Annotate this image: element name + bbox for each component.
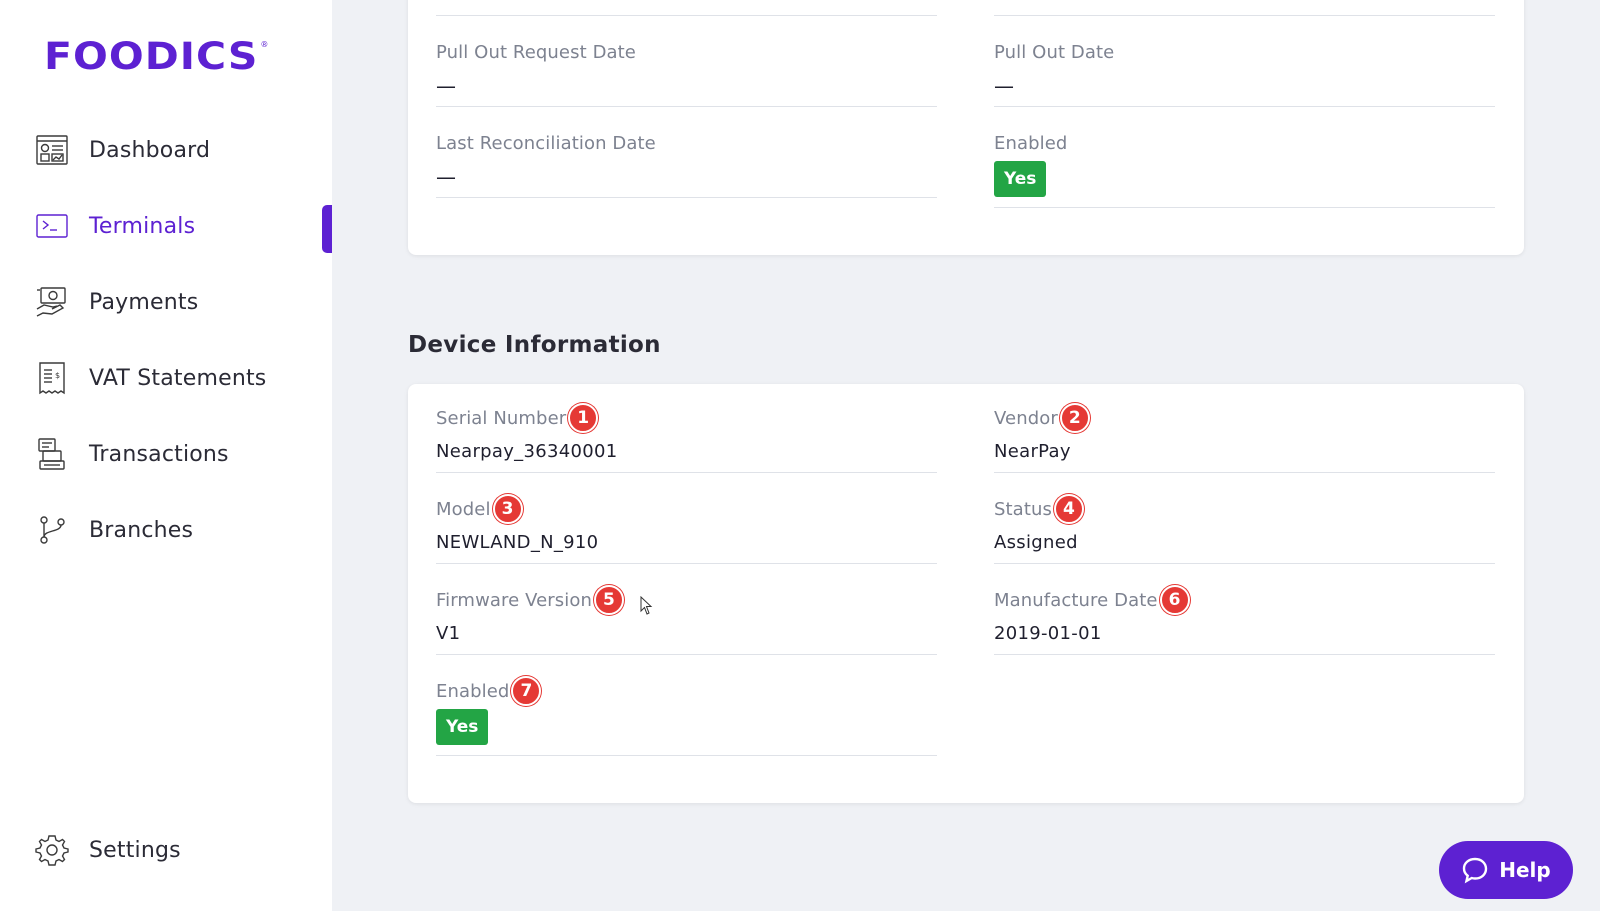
logo-registered-mark: ® <box>260 40 269 49</box>
active-indicator <box>322 205 332 253</box>
field-vendor: Vendor 2 NearPay <box>994 403 1495 473</box>
field-manufacture-date: Manufacture Date 6 2019-01-01 <box>994 585 1495 655</box>
sidebar-nav: Dashboard Terminals Payments $ VAT State… <box>0 112 332 568</box>
help-button[interactable]: Help <box>1439 841 1573 899</box>
sidebar-item-terminals[interactable]: Terminals <box>0 188 332 264</box>
field-label: Pull Out Date <box>994 41 1115 63</box>
field-label: Status 4 <box>994 494 1495 524</box>
sidebar-item-label: VAT Statements <box>89 365 267 391</box>
logo-text: FOODICS <box>44 33 259 79</box>
sidebar-item-vat-statements[interactable]: $ VAT Statements <box>0 340 332 416</box>
field-pull-out-request-date: Pull Out Request Date — <box>436 38 937 107</box>
sidebar-item-settings[interactable]: Settings <box>0 818 332 882</box>
enabled-badge: Yes <box>436 709 489 745</box>
gear-icon <box>34 832 70 868</box>
marker-badge: 4 <box>1053 494 1084 524</box>
field-label: Last Reconciliation Date <box>436 132 656 154</box>
field-label: Serial Number 1 <box>436 403 937 433</box>
dashboard-icon <box>34 132 70 168</box>
field-pull-out-date: Pull Out Date — <box>994 38 1495 107</box>
payments-icon <box>34 284 70 320</box>
field-label: Firmware Version 5 <box>436 585 937 615</box>
field-label-text: Status <box>994 498 1052 520</box>
sidebar: FOODICS ® Dashboard Terminals Payments $ <box>0 0 332 911</box>
field-device-enabled: Enabled 7 Yes <box>436 676 937 756</box>
field-value: Assigned <box>994 532 1078 553</box>
sidebar-item-label: Branches <box>89 517 194 543</box>
field-value: NearPay <box>994 441 1071 462</box>
field-label-text: Manufacture Date <box>994 589 1158 611</box>
svg-text:$: $ <box>55 371 60 380</box>
marker-badge: 1 <box>568 403 599 433</box>
field-firmware-version: Firmware Version 5 V1 <box>436 585 937 655</box>
field-value: Nearpay_36340001 <box>436 441 618 462</box>
field-model: Model 3 NEWLAND_N_910 <box>436 494 937 564</box>
mouse-cursor-icon <box>640 596 653 615</box>
transactions-icon <box>34 436 70 472</box>
sidebar-item-label: Transactions <box>89 441 229 467</box>
sidebar-item-dashboard[interactable]: Dashboard <box>0 112 332 188</box>
enabled-badge: Yes <box>994 161 1047 197</box>
field-label-text: Serial Number <box>436 407 567 429</box>
marker-badge: 3 <box>492 494 523 524</box>
sidebar-item-payments[interactable]: Payments <box>0 264 332 340</box>
vat-statement-icon: $ <box>34 360 70 396</box>
sidebar-item-label: Terminals <box>89 213 196 239</box>
field-label: Manufacture Date 6 <box>994 585 1495 615</box>
field-truncated-left: 2023-02-16 <box>436 0 937 16</box>
chat-bubble-icon <box>1463 857 1488 884</box>
marker-badge: 5 <box>594 585 625 615</box>
field-value: — <box>994 74 1015 98</box>
field-label: Model 3 <box>436 494 937 524</box>
field-status: Status 4 Assigned <box>994 494 1495 564</box>
field-truncated-right: 2023-02-16 <box>994 0 1495 16</box>
field-label-text: Model <box>436 498 491 520</box>
marker-badge: 2 <box>1059 403 1090 433</box>
field-value: V1 <box>436 623 461 644</box>
field-label-text: Vendor <box>994 407 1058 429</box>
sidebar-item-label: Payments <box>89 289 199 315</box>
settings-label: Settings <box>89 837 181 863</box>
field-label: Enabled <box>994 132 1068 154</box>
marker-badge: 7 <box>511 676 542 706</box>
field-value: — <box>436 74 457 98</box>
field-label: Pull Out Request Date <box>436 41 636 63</box>
field-value: Yes <box>436 709 937 745</box>
marker-badge: 6 <box>1159 585 1190 615</box>
section-title-device-information: Device Information <box>408 332 661 358</box>
device-information-card: Serial Number 1 Nearpay_36340001 Vendor … <box>408 384 1524 803</box>
help-label: Help <box>1499 858 1551 882</box>
terminal-details-card: 2023-02-16 2023-02-16 Pull Out Request D… <box>408 0 1524 255</box>
field-label: Enabled 7 <box>436 676 937 706</box>
field-enabled: Enabled Yes <box>994 129 1495 208</box>
field-label: Vendor 2 <box>994 403 1495 433</box>
field-value: — <box>436 165 457 189</box>
field-label-text: Firmware Version <box>436 589 593 611</box>
sidebar-item-branches[interactable]: Branches <box>0 492 332 568</box>
field-value: 2019-01-01 <box>994 623 1102 644</box>
sidebar-item-label: Dashboard <box>89 137 211 163</box>
field-serial-number: Serial Number 1 Nearpay_36340001 <box>436 403 937 473</box>
sidebar-item-transactions[interactable]: Transactions <box>0 416 332 492</box>
field-value: NEWLAND_N_910 <box>436 532 599 553</box>
field-label-text: Enabled <box>436 680 510 702</box>
field-last-reconciliation-date: Last Reconciliation Date — <box>436 129 937 198</box>
branches-icon <box>34 512 70 548</box>
field-value: Yes <box>994 161 1495 197</box>
terminal-icon <box>34 208 70 244</box>
foodics-logo[interactable]: FOODICS ® <box>44 33 269 79</box>
